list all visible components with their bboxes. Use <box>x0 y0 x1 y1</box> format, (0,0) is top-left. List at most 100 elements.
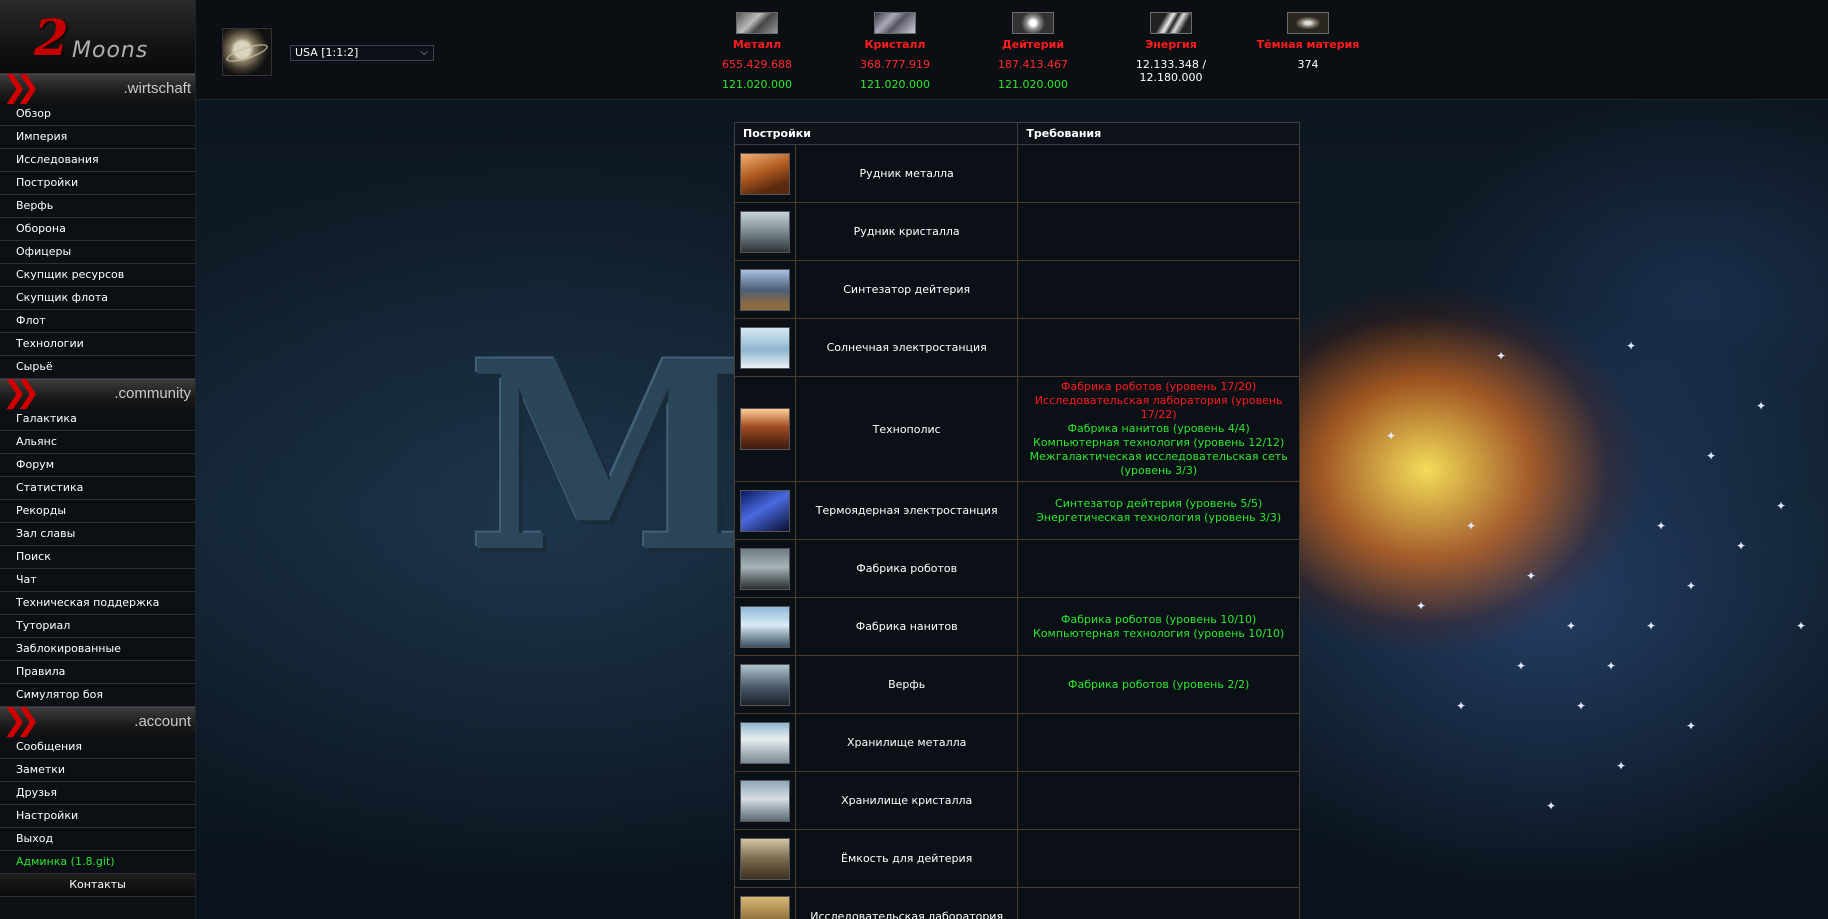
sidebar-item[interactable]: Правила <box>0 661 195 684</box>
sidebar-item[interactable]: Зал славы <box>0 523 195 546</box>
sidebar-item[interactable]: Верфь <box>0 195 195 218</box>
building-image-cell <box>734 713 796 772</box>
planet-ring-decor <box>224 40 270 66</box>
resource-amount: 374 <box>1297 58 1319 71</box>
star-decor: ✦ <box>1456 699 1467 713</box>
building-image[interactable] <box>740 605 790 648</box>
resource-amount: 655.429.688 <box>722 58 792 71</box>
requirements-cell <box>1017 202 1300 261</box>
building-image[interactable] <box>740 268 790 311</box>
building-name[interactable]: Солнечная электростанция <box>794 318 1019 377</box>
building-image[interactable] <box>740 837 790 880</box>
star-decor: ✦ <box>1756 399 1767 413</box>
building-image-cell <box>734 829 796 888</box>
requirements-cell: Синтезатор дейтерия (уровень 5/5) Энергет… <box>1017 481 1300 540</box>
requirement-met: Фабрика роботов (уровень 10/10) <box>1061 612 1257 626</box>
table-row: Исследовательская лаборатория <box>734 887 1300 919</box>
double-chevron-icon: ❯❯ <box>2 703 40 738</box>
sidebar-item[interactable]: Выход <box>0 828 195 851</box>
sidebar-item[interactable]: Сырьё <box>0 356 195 379</box>
building-image[interactable] <box>740 895 790 919</box>
requirement-unmet: Исследовательская лаборатория (уровень 1… <box>1034 394 1283 421</box>
building-image[interactable] <box>740 663 790 706</box>
building-name[interactable]: Хранилище металла <box>794 713 1019 772</box>
sidebar-item[interactable]: Сообщения <box>0 736 195 759</box>
table-row: Термоядерная электростанция Синтезатор де… <box>734 481 1300 540</box>
table-row: Рудник металла <box>734 144 1300 203</box>
star-decor: ✦ <box>1466 519 1477 533</box>
building-name[interactable]: Фабрика роботов <box>794 539 1019 598</box>
table-row: Рудник кристалла <box>734 202 1300 261</box>
building-name[interactable]: Исследовательская лаборатория <box>794 887 1019 919</box>
sidebar-item[interactable]: Скупщик ресурсов <box>0 264 195 287</box>
sidebar-item[interactable]: Контакты <box>0 874 195 897</box>
building-image[interactable] <box>740 408 790 450</box>
building-image[interactable] <box>740 547 790 590</box>
building-image[interactable] <box>740 210 790 253</box>
sidebar-item[interactable]: Империя <box>0 126 195 149</box>
sidebar-item[interactable]: Заблокированные <box>0 638 195 661</box>
sidebar-item[interactable]: Рекорды <box>0 500 195 523</box>
building-name[interactable]: Термоядерная электростанция <box>794 481 1019 540</box>
star-decor: ✦ <box>1626 339 1637 353</box>
sidebar-item[interactable]: Скупщик флота <box>0 287 195 310</box>
requirements-cell <box>1017 829 1300 888</box>
star-decor: ✦ <box>1646 619 1657 633</box>
sidebar-item[interactable]: Галактика <box>0 408 195 431</box>
sidebar-item[interactable]: Исследования <box>0 149 195 172</box>
building-name[interactable]: Рудник кристалла <box>794 202 1019 261</box>
building-name[interactable]: Синтезатор дейтерия <box>794 260 1019 319</box>
sidebar-item[interactable]: Настройки <box>0 805 195 828</box>
building-name[interactable]: Хранилище кристалла <box>794 771 1019 830</box>
crystal-icon <box>874 12 916 34</box>
building-name[interactable]: Технополис <box>794 376 1019 482</box>
sidebar-item[interactable]: Технологии <box>0 333 195 356</box>
requirement-met: Энергетическая технология (уровень 3/3) <box>1036 510 1282 524</box>
sidebar-item[interactable]: Заметки <box>0 759 195 782</box>
sidebar-item[interactable]: Техническая поддержка <box>0 592 195 615</box>
building-name[interactable]: Фабрика нанитов <box>794 597 1019 656</box>
table-row: Верфь Фабрика роботов (уровень 2/2) <box>734 655 1300 714</box>
sidebar-item[interactable]: Обзор <box>0 103 195 126</box>
sidebar-item[interactable]: Поиск <box>0 546 195 569</box>
building-image[interactable] <box>740 152 790 195</box>
planet-thumbnail[interactable] <box>222 28 272 76</box>
requirements-cell: Фабрика роботов (уровень 17/20) Исследова… <box>1017 376 1300 482</box>
planet-select[interactable]: USA [1:1:2] ⌵ <box>290 45 434 61</box>
sidebar-menu: ❯❯ .wirtschaft Обзор Империя Исследования Пос… <box>0 73 195 897</box>
sidebar-item[interactable]: Чат <box>0 569 195 592</box>
sidebar-item[interactable]: Флот <box>0 310 195 333</box>
star-decor: ✦ <box>1686 579 1697 593</box>
building-image[interactable] <box>740 779 790 822</box>
building-name[interactable]: Верфь <box>794 655 1019 714</box>
column-header-requirements: Требования <box>1017 122 1300 145</box>
sidebar-item[interactable]: Офицеры <box>0 241 195 264</box>
sidebar-item[interactable]: Оборона <box>0 218 195 241</box>
building-name[interactable]: Ёмкость для дейтерия <box>794 829 1019 888</box>
building-image[interactable] <box>740 489 790 532</box>
building-image[interactable] <box>740 326 790 369</box>
section-title: .wirtschaft <box>123 80 191 97</box>
resource-production: 121.020.000 <box>722 78 792 91</box>
chevron-down-icon: ⌵ <box>420 47 428 58</box>
sidebar-item[interactable]: Альянс <box>0 431 195 454</box>
game-logo[interactable]: 2 Moons <box>0 0 195 74</box>
resource-amount: 12.133.348 / 12.180.000 <box>1135 58 1207 84</box>
sidebar-item[interactable]: Постройки <box>0 172 195 195</box>
table-row: Синтезатор дейтерия <box>734 260 1300 319</box>
table-row: Фабрика нанитов Фабрика роботов (уровень … <box>734 597 1300 656</box>
buildings-table: Постройки Требования Рудник металла Рудни… <box>733 122 1300 919</box>
building-image[interactable] <box>740 721 790 764</box>
sidebar-item[interactable]: Симулятор боя <box>0 684 195 707</box>
star-decor: ✦ <box>1736 539 1747 553</box>
requirements-cell <box>1017 713 1300 772</box>
logo-word: Moons <box>72 38 149 63</box>
sidebar-item[interactable]: Статистика <box>0 477 195 500</box>
building-image-cell <box>734 539 796 598</box>
sidebar-item[interactable]: Туториал <box>0 615 195 638</box>
sidebar-item[interactable]: Друзья <box>0 782 195 805</box>
building-name[interactable]: Рудник металла <box>794 144 1019 203</box>
requirements-cell <box>1017 144 1300 203</box>
sidebar-item[interactable]: Форум <box>0 454 195 477</box>
sidebar-item[interactable]: Админка (1.8.git) <box>0 851 195 874</box>
